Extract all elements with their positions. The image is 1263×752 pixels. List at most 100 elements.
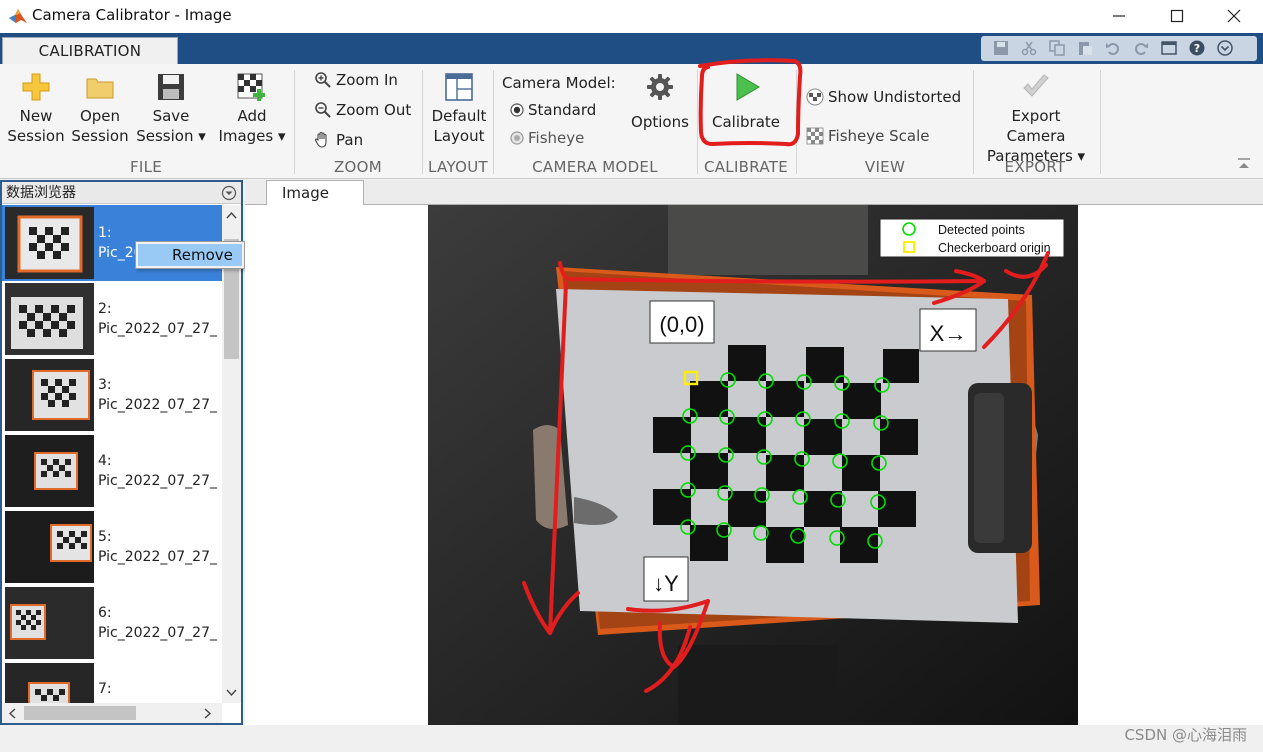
dropdown-arrow-icon: ▾ [193, 127, 206, 145]
remove-menu-item[interactable]: Remove [138, 244, 242, 266]
add-images-button[interactable]: Add Images ▾ [214, 72, 290, 146]
close-icon [1227, 9, 1241, 23]
context-menu: Remove [135, 241, 245, 269]
tab-image[interactable]: Image [266, 180, 364, 206]
zoom-out-icon [315, 102, 331, 118]
scroll-left-icon[interactable] [8, 708, 16, 719]
dropdown-arrow-icon: ▾ [273, 127, 286, 145]
image-thumbnail [5, 663, 94, 703]
save-icon[interactable] [993, 40, 1009, 56]
radio-selected-icon [510, 103, 524, 117]
svg-text:?: ? [1194, 42, 1200, 55]
paste-icon[interactable] [1077, 40, 1093, 56]
pan-button[interactable]: Pan [314, 129, 416, 151]
add-images-icon [237, 73, 265, 101]
group-label-view: VIEW [864, 158, 906, 176]
fisheye-scale-icon [806, 127, 824, 145]
legend-origin-label: Checkerboard origin [938, 241, 1051, 255]
group-separator [1100, 70, 1101, 174]
tab-calibration-label: CALIBRATION [38, 42, 142, 60]
image-thumbnail [5, 511, 94, 583]
open-session-button[interactable]: Open Session [70, 72, 130, 146]
copy-icon[interactable] [1049, 40, 1065, 56]
browser-vertical-scrollbar[interactable] [222, 205, 241, 703]
options-button[interactable]: Options [626, 72, 694, 132]
image-thumbnail [5, 359, 94, 431]
group-separator [422, 70, 423, 174]
origin-label: (0,0) [659, 312, 704, 337]
new-session-button[interactable]: New Session [6, 72, 66, 146]
watermark: CSDN @心海泪雨 [1124, 726, 1247, 744]
calibrate-highlight-box [698, 58, 803, 147]
image-thumbnail [5, 435, 94, 507]
zoom-in-button[interactable]: Zoom In [314, 69, 416, 91]
group-separator [294, 70, 295, 174]
list-item[interactable]: 6: Pic_2022_07_27_ [2, 585, 222, 661]
floppy-disk-icon [158, 74, 184, 100]
zoom-out-button[interactable]: Zoom Out [314, 99, 416, 121]
checkmark-icon [1023, 74, 1049, 97]
ribbon-tabstrip: CALIBRATION ? [0, 33, 1263, 65]
collapse-ribbon-icon[interactable] [1237, 158, 1251, 170]
window-title: Camera Calibrator - Image [32, 6, 232, 24]
chevron-down-icon[interactable] [221, 185, 237, 201]
gear-icon [647, 74, 673, 100]
group-label-layout: LAYOUT [428, 158, 488, 176]
scroll-down-icon[interactable] [226, 689, 237, 697]
cut-icon[interactable] [1021, 40, 1037, 56]
maximize-icon [1170, 9, 1184, 23]
quick-access-toolbar: ? [981, 36, 1257, 61]
close-button[interactable] [1205, 0, 1263, 33]
status-bar [0, 725, 1263, 752]
scrollbar-thumb[interactable] [24, 706, 136, 720]
window-layout-icon[interactable] [1161, 40, 1177, 56]
tab-calibration[interactable]: CALIBRATION [2, 37, 178, 65]
group-label-calibrate: CALIBRATE [703, 158, 789, 176]
minimize-icon [1113, 15, 1125, 17]
default-layout-button[interactable]: Default Layout [428, 72, 490, 146]
plus-icon [22, 73, 50, 101]
redo-icon[interactable] [1133, 40, 1149, 56]
undo-icon[interactable] [1105, 40, 1121, 56]
list-item[interactable]: 5: Pic_2022_07_27_ [2, 509, 222, 585]
group-label-export: EXPORT [1004, 158, 1066, 176]
list-item[interactable]: 4: Pic_2022_07_27_ [2, 433, 222, 509]
folder-icon [86, 78, 114, 99]
standard-radio[interactable]: Standard [510, 99, 602, 121]
zoom-in-icon [315, 72, 331, 88]
hand-icon [314, 131, 327, 148]
image-thumbnail [5, 283, 94, 355]
undistorted-icon [806, 88, 824, 106]
document-tabbar [245, 180, 1263, 205]
chevron-down-icon[interactable] [1217, 40, 1233, 56]
save-session-button[interactable]: Save Session ▾ [134, 72, 208, 146]
maximize-button[interactable] [1148, 0, 1206, 33]
matlab-logo-icon [9, 9, 27, 23]
camera-model-heading: Camera Model: [502, 74, 616, 92]
list-item[interactable]: 3: Pic_2022_07_27_ [2, 357, 222, 433]
image-thumbnail [5, 207, 94, 279]
x-axis-label: X→ [930, 321, 967, 346]
help-icon[interactable]: ? [1189, 40, 1205, 56]
show-undistorted-button[interactable]: Show Undistorted [806, 86, 966, 108]
scroll-up-icon[interactable] [226, 211, 237, 219]
layout-grid-icon [445, 73, 473, 101]
browser-horizontal-scrollbar[interactable] [2, 703, 222, 723]
export-camera-parameters-button[interactable]: Export Camera Parameters ▾ [980, 72, 1092, 166]
group-label-file: FILE [129, 158, 163, 176]
fisheye-scale-button[interactable]: Fisheye Scale [806, 125, 966, 147]
radio-unselected-icon [510, 131, 524, 145]
group-label-zoom: ZOOM [333, 158, 383, 176]
group-label-camera-model: CAMERA MODEL [532, 158, 658, 176]
ribbon: New Session Open Session Save Session ▾ … [0, 58, 1263, 179]
calibration-image[interactable]: Detected points Checkerboard origin (0,0… [428, 205, 1078, 725]
list-item[interactable]: 2: Pic_2022_07_27_ [2, 281, 222, 357]
minimize-button[interactable] [1090, 0, 1148, 33]
list-item[interactable]: 7: [2, 661, 222, 703]
scroll-right-icon[interactable] [204, 708, 212, 719]
fisheye-radio[interactable]: Fisheye [510, 127, 602, 149]
group-separator [493, 70, 494, 174]
image-thumbnail [5, 587, 94, 659]
group-separator [973, 70, 974, 174]
legend-detected-label: Detected points [938, 223, 1025, 237]
